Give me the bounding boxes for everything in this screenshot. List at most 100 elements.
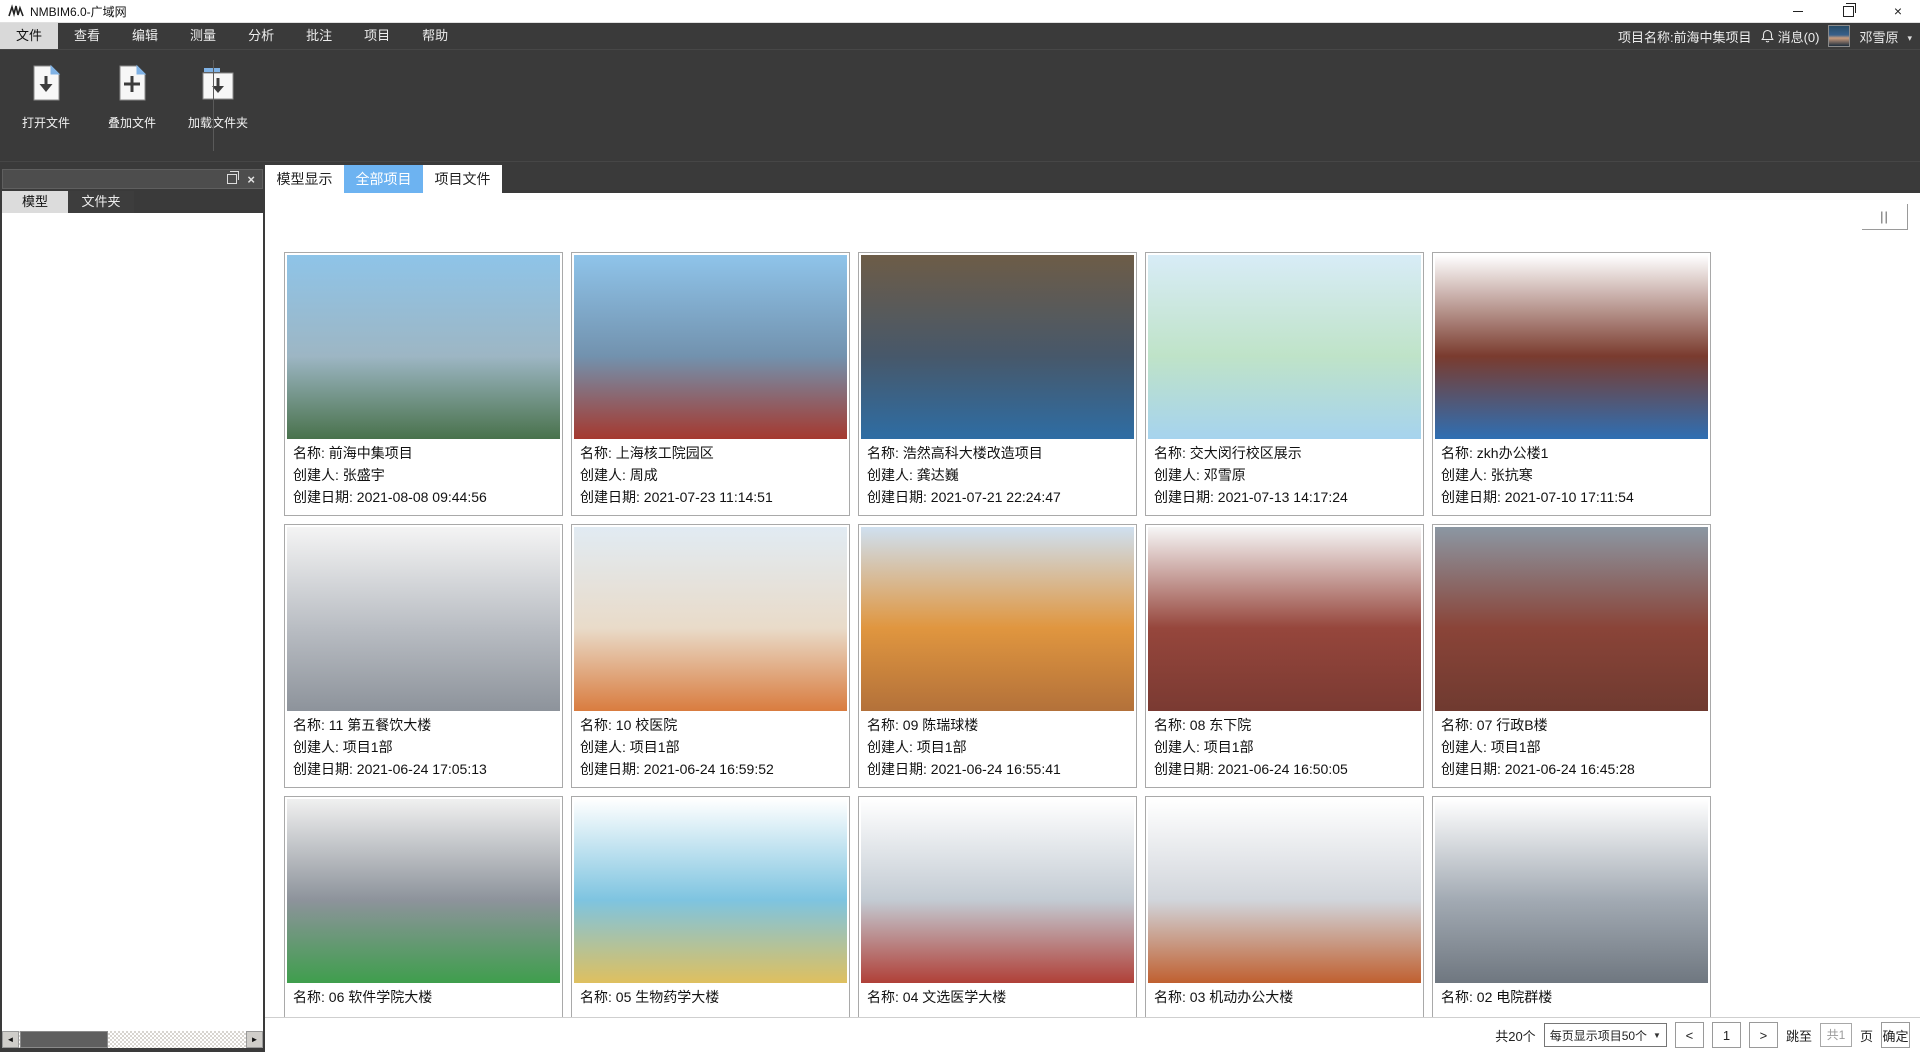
folder-download-icon [200,64,236,105]
menubar-right-cluster: 项目名称:前海中集项目 消息(0) 邓雪原 ▾ [1618,25,1920,47]
user-name[interactable]: 邓雪原 [1859,27,1898,46]
project-card[interactable]: 名称: 11 第五餐饮大楼创建人: 项目1部创建日期: 2021-06-24 1… [284,524,563,788]
project-meta: 名称: 06 软件学院大楼 [287,983,560,1008]
project-thumbnail [861,527,1134,711]
project-thumbnail [1435,527,1708,711]
current-page-button[interactable]: 1 [1712,1022,1741,1048]
project-card[interactable]: 名称: 02 电院群楼 [1432,796,1711,1017]
project-meta: 名称: 浩然高科大楼改造项目创建人: 龚达巍创建日期: 2021-07-21 2… [861,439,1134,508]
project-meta: 名称: 上海核工院园区创建人: 周成创建日期: 2021-07-23 11:14… [574,439,847,508]
project-name: 名称: 11 第五餐饮大楼 [293,714,554,736]
messages-button[interactable]: 消息(0) [1761,27,1820,46]
menu-item-文件[interactable]: 文件 [0,23,58,49]
project-card[interactable]: 名称: 10 校医院创建人: 项目1部创建日期: 2021-06-24 16:5… [571,524,850,788]
dock-tab-模型[interactable]: 模型 [2,191,68,213]
project-name: 名称: 08 东下院 [1154,714,1415,736]
project-card[interactable]: 名称: 上海核工院园区创建人: 周成创建日期: 2021-07-23 11:14… [571,252,850,516]
project-card[interactable]: 名称: 交大闵行校区展示创建人: 邓雪原创建日期: 2021-07-13 14:… [1145,252,1424,516]
menu-item-查看[interactable]: 查看 [58,23,116,49]
toolbar-button-label: 打开文件 [22,114,70,131]
project-meta: 名称: 08 东下院创建人: 项目1部创建日期: 2021-06-24 16:5… [1148,711,1421,780]
project-card[interactable]: 名称: 09 陈瑞球楼创建人: 项目1部创建日期: 2021-06-24 16:… [858,524,1137,788]
project-creator: 创建人: 邓雪原 [1154,464,1415,486]
total-count-label: 共20个 [1495,1026,1535,1045]
project-meta: 名称: 交大闵行校区展示创建人: 邓雪原创建日期: 2021-07-13 14:… [1148,439,1421,508]
toolbar-button-打开文件[interactable]: 打开文件 [10,60,82,131]
dock-close-icon[interactable]: × [247,173,255,186]
project-created-date: 创建日期: 2021-08-08 09:44:56 [293,486,554,508]
project-meta: 名称: 03 机动办公大楼 [1148,983,1421,1008]
main-tab-全部项目[interactable]: 全部项目 [344,165,423,193]
project-creator: 创建人: 张抗寒 [1441,464,1702,486]
project-card[interactable]: 名称: 前海中集项目创建人: 张盛宇创建日期: 2021-08-08 09:44… [284,252,563,516]
menu-item-项目[interactable]: 项目 [348,23,406,49]
restore-icon [1843,6,1854,17]
menu-item-测量[interactable]: 测量 [174,23,232,49]
project-thumbnail [574,255,847,439]
toolbar-button-label: 加载文件夹 [188,114,248,131]
project-creator: 创建人: 项目1部 [1441,736,1702,758]
project-name: 名称: 10 校医院 [580,714,841,736]
user-avatar[interactable] [1828,25,1850,47]
project-name: 名称: 05 生物药学大楼 [580,986,841,1008]
project-name: 名称: 上海核工院园区 [580,442,841,464]
project-created-date: 创建日期: 2021-06-24 17:05:13 [293,758,554,780]
messages-count: 消息(0) [1778,27,1820,46]
project-card[interactable]: 名称: 07 行政B楼创建人: 项目1部创建日期: 2021-06-24 16:… [1432,524,1711,788]
menu-item-编辑[interactable]: 编辑 [116,23,174,49]
project-meta: 名称: 11 第五餐饮大楼创建人: 项目1部创建日期: 2021-06-24 1… [287,711,560,780]
project-name: 名称: 前海中集项目 [293,442,554,464]
project-name: 名称: zkh办公楼1 [1441,442,1702,464]
main-tab-项目文件[interactable]: 项目文件 [423,165,502,193]
file-add-icon [115,64,149,105]
ribbon-separator [213,60,214,151]
project-name: 名称: 07 行政B楼 [1441,714,1702,736]
jump-page-input[interactable] [1820,1023,1852,1047]
prev-page-button[interactable]: < [1675,1022,1704,1048]
minimize-button[interactable] [1776,0,1820,22]
toolbar-button-叠加文件[interactable]: 叠加文件 [96,60,168,131]
project-card[interactable]: 名称: 08 东下院创建人: 项目1部创建日期: 2021-06-24 16:5… [1145,524,1424,788]
next-page-button[interactable]: > [1749,1022,1778,1048]
ribbon-toolbar: 打开文件 叠加文件加载文件夹 [0,50,1920,162]
project-card[interactable]: 名称: 05 生物药学大楼 [571,796,850,1017]
project-created-date: 创建日期: 2021-06-24 16:50:05 [1154,758,1415,780]
project-created-date: 创建日期: 2021-07-21 22:24:47 [867,486,1128,508]
confirm-button[interactable]: 确定 [1881,1022,1910,1048]
project-creator: 创建人: 张盛宇 [293,464,554,486]
project-thumbnail [287,255,560,439]
menu-item-帮助[interactable]: 帮助 [406,23,464,49]
project-creator: 创建人: 项目1部 [580,736,841,758]
workspace: × 模型文件夹 ◄ ► 模型显示全部项目项目文件 || 名称: 前海中集项目创建… [0,162,1920,1052]
project-thumbnail [1148,527,1421,711]
page-size-select[interactable]: 每页显示项目50个 ▼ [1544,1023,1667,1047]
panel-collapse-handle[interactable]: || [1862,204,1908,230]
project-thumbnail [861,255,1134,439]
project-name: 名称: 03 机动办公大楼 [1154,986,1415,1008]
project-card[interactable]: 名称: 06 软件学院大楼 [284,796,563,1017]
project-created-date: 创建日期: 2021-07-13 14:17:24 [1154,486,1415,508]
dock-content [2,213,263,1031]
file-download-icon [29,64,63,105]
user-menu-caret-icon[interactable]: ▾ [1907,33,1912,44]
menu-bar: 文件查看编辑测量分析批注项目帮助 项目名称:前海中集项目 消息(0) 邓雪原 ▾ [0,23,1920,50]
project-card[interactable]: 名称: zkh办公楼1创建人: 张抗寒创建日期: 2021-07-10 17:1… [1432,252,1711,516]
dock-float-icon[interactable] [227,174,237,184]
main-tab-模型显示[interactable]: 模型显示 [265,165,344,193]
select-caret-icon: ▼ [1653,1031,1661,1040]
main-tabs: 模型显示全部项目项目文件 [265,165,1920,193]
close-button[interactable]: × [1876,0,1920,22]
menu-items: 文件查看编辑测量分析批注项目帮助 [0,23,464,49]
project-name: 名称: 02 电院群楼 [1441,986,1702,1008]
project-card[interactable]: 名称: 03 机动办公大楼 [1145,796,1424,1017]
toolbar-button-加载文件夹[interactable]: 加载文件夹 [182,60,254,131]
project-thumbnail [1148,255,1421,439]
dock-tab-文件夹[interactable]: 文件夹 [68,191,134,213]
project-card[interactable]: 名称: 04 文选医学大楼 [858,796,1137,1017]
project-thumbnail [574,527,847,711]
menu-item-分析[interactable]: 分析 [232,23,290,49]
project-card[interactable]: 名称: 浩然高科大楼改造项目创建人: 龚达巍创建日期: 2021-07-21 2… [858,252,1137,516]
maximize-button[interactable] [1826,0,1870,22]
menu-item-批注[interactable]: 批注 [290,23,348,49]
project-thumbnail [1148,799,1421,983]
